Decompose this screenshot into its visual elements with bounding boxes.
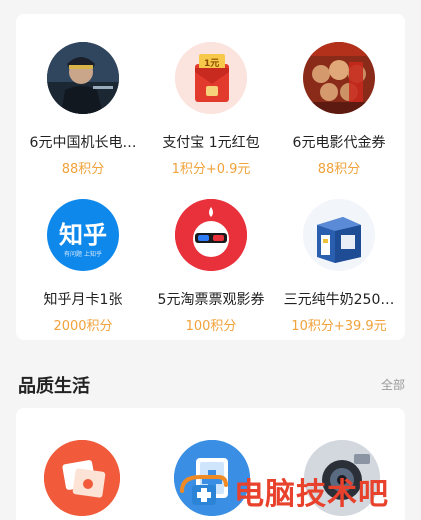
zhihu-logo-subtext: 有问题 上知乎 xyxy=(64,251,102,258)
reward-item-sanyuan-milk[interactable]: 三元纯牛奶250… 10积分+39.9元 xyxy=(274,199,404,334)
section-title: 品质生活 xyxy=(18,376,90,397)
rewards-card: 6元中国机长电… 88积分 1元 支付宝 1元红包 1积分+0.9元 6元电影代… xyxy=(16,14,405,340)
taopiaopiao-logo-icon xyxy=(175,199,247,271)
reward-item-movie-voucher[interactable]: 6元电影代金券 88积分 xyxy=(274,42,404,177)
photo-frame-icon[interactable] xyxy=(44,440,120,516)
reward-price: 1积分+0.9元 xyxy=(171,162,251,177)
reward-item-china-captain[interactable]: 6元中国机长电… 88积分 xyxy=(18,42,148,177)
zhihu-logo-icon: 知乎 有问题 上知乎 xyxy=(47,199,119,271)
film-poster-icon xyxy=(47,42,119,114)
watermark-text: 电脑技术吧 xyxy=(234,477,389,512)
reward-item-alipay-envelope[interactable]: 1元 支付宝 1元红包 1积分+0.9元 xyxy=(146,42,276,177)
milk-box-icon xyxy=(303,199,375,271)
reward-price: 10积分+39.9元 xyxy=(291,319,387,334)
watermark: 电脑技术吧 xyxy=(178,470,389,512)
reward-item-zhihu[interactable]: 知乎 有问题 上知乎 知乎月卡1张 2000积分 xyxy=(18,199,148,334)
movie-poster-icon xyxy=(303,42,375,114)
watermark-logo-icon xyxy=(178,473,228,509)
reward-price: 100积分 xyxy=(185,319,237,334)
reward-price: 2000积分 xyxy=(53,319,113,334)
reward-price: 88积分 xyxy=(317,162,361,177)
reward-name: 知乎月卡1张 xyxy=(43,292,123,308)
red-envelope-icon: 1元 xyxy=(175,42,247,114)
reward-price: 88积分 xyxy=(61,162,105,177)
reward-name: 5元淘票票观影券 xyxy=(157,292,265,308)
reward-name: 6元中国机长电… xyxy=(29,135,137,151)
envelope-label: 1元 xyxy=(204,59,220,69)
reward-item-taopiaopiao[interactable]: 5元淘票票观影券 100积分 xyxy=(146,199,276,334)
zhihu-logo-text: 知乎 xyxy=(59,221,107,249)
view-all-link[interactable]: 全部 xyxy=(381,376,405,393)
section-header: 品质生活 全部 xyxy=(18,372,405,400)
reward-name: 6元电影代金券 xyxy=(292,135,386,151)
reward-name: 三元纯牛奶250… xyxy=(283,292,395,308)
reward-name: 支付宝 1元红包 xyxy=(162,135,260,151)
